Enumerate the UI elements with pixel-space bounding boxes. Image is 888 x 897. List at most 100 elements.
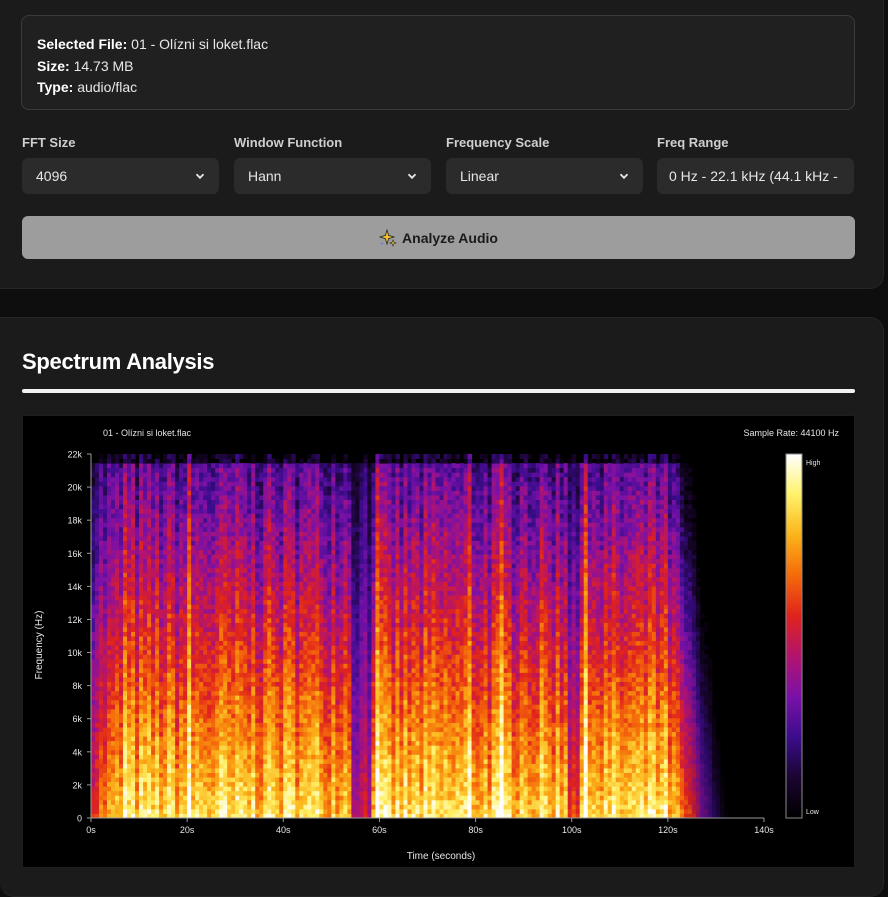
spectrogram-cell [139,690,144,696]
spectrogram-cell [271,490,276,496]
spectrogram-cell [335,754,340,760]
spectrogram-cell [251,704,256,710]
spectrogram-cell [335,576,340,582]
spectrogram-cell [155,517,160,523]
spectrogram-cell [115,567,120,573]
spectrogram-cell [215,613,220,619]
spectrogram-cell [283,717,288,723]
spectrogram-cell [139,636,144,642]
spectrogram-cell [255,804,260,810]
spectrogram-cell [315,467,320,473]
fft-size-select[interactable]: 4096 [22,158,219,194]
spectrogram-cell [159,658,164,664]
analyze-audio-button[interactable]: Analyze Audio [22,216,855,259]
spectrogram-cell [259,699,264,705]
spectrogram-cell [271,526,276,532]
spectrogram-cell [215,808,220,814]
spectrogram-cell [251,754,256,760]
spectrogram-cell [215,663,220,669]
spectrogram-cell [259,686,264,692]
spectrogram-cell [99,604,104,610]
spectrogram-cell [191,526,196,532]
spectrogram-cell [315,481,320,487]
window-function-select[interactable]: Hann [234,158,431,194]
spectrogram-cell [327,595,332,601]
freq-range-select[interactable]: 0 Hz - 22.1 kHz (44.1 kHz - [657,158,854,194]
spectrogram-cell [279,676,284,682]
spectrogram-cell [103,631,108,637]
spectrogram-cell [303,717,308,723]
spectrogram-cell [215,672,220,678]
spectrogram-cell [227,672,232,678]
spectrogram-cell [127,535,132,541]
spectrogram-cell [187,599,192,605]
spectrogram-cell [143,535,148,541]
spectrogram-cell [203,617,208,623]
spectrogram-cell [275,649,280,655]
spectrogram-cell [115,572,120,578]
spectrogram-cell [207,795,212,801]
spectrogram-cell [139,581,144,587]
spectrogram-cell [307,590,312,596]
spectrogram-cell [167,631,172,637]
spectrogram-cell [139,549,144,555]
spectrogram-cell [99,654,104,660]
spectrogram-cell [135,622,140,628]
spectrogram-cell [335,654,340,660]
spectrogram-cell [203,786,208,792]
spectrogram-cell [151,499,156,505]
spectrogram-cell [199,754,204,760]
spectrogram-cell [331,472,336,478]
spectrogram-cell [95,722,100,728]
spectrogram-cell [187,490,192,496]
spectrogram-cell [259,622,264,628]
spectrogram-cell [315,558,320,564]
spectrogram-cell [127,763,132,769]
spectrogram-cell [163,799,168,805]
spectrogram-cell [227,558,232,564]
spectrogram-cell [303,736,308,742]
spectrogram-cell [327,504,332,510]
spectrogram-cell [179,485,184,491]
spectrogram-cell [127,522,132,528]
spectrogram-cell [159,799,164,805]
spectrogram-cell [171,658,176,664]
spectrogram-cell [219,558,224,564]
spectrogram-cell [167,535,172,541]
spectrogram-cell [191,494,196,500]
spectrogram-cell [103,740,108,746]
spectrogram-cell [259,517,264,523]
spectrogram-cell [175,467,180,473]
spectrogram-cell [227,535,232,541]
spectrogram-cell [263,695,268,701]
spectrogram-cell [243,772,248,778]
spectrogram-cell [223,758,228,764]
spectrogram-cell [171,745,176,751]
spectrogram-cell [123,526,128,532]
spectrogram-cell [259,576,264,582]
spectrogram-cell [155,481,160,487]
spectrogram-cell [199,795,204,801]
spectrogram-cell [119,563,124,569]
spectrogram-cell [99,704,104,710]
spectrogram-cell [183,804,188,810]
spectrogram-cell [159,513,164,519]
spectrogram-cell [163,754,168,760]
spectrogram-cell [247,808,252,814]
spectrogram-cell [267,758,272,764]
spectrogram-cell [191,731,196,737]
title-divider [22,389,855,393]
spectrogram-cell [123,690,128,696]
spectrogram-cell [291,608,296,614]
spectrogram-cell [187,545,192,551]
spectrogram-cell [91,631,96,637]
frequency-scale-select[interactable]: Linear [446,158,643,194]
spectrogram-cell [207,508,212,514]
spectrogram-cell [183,790,188,796]
spectrogram-cell [115,772,120,778]
spectrogram-cell [103,531,108,537]
spectrogram-cell [203,804,208,810]
spectrogram-cell [219,699,224,705]
spectrogram-cell [231,476,236,482]
spectrogram-cell [151,649,156,655]
